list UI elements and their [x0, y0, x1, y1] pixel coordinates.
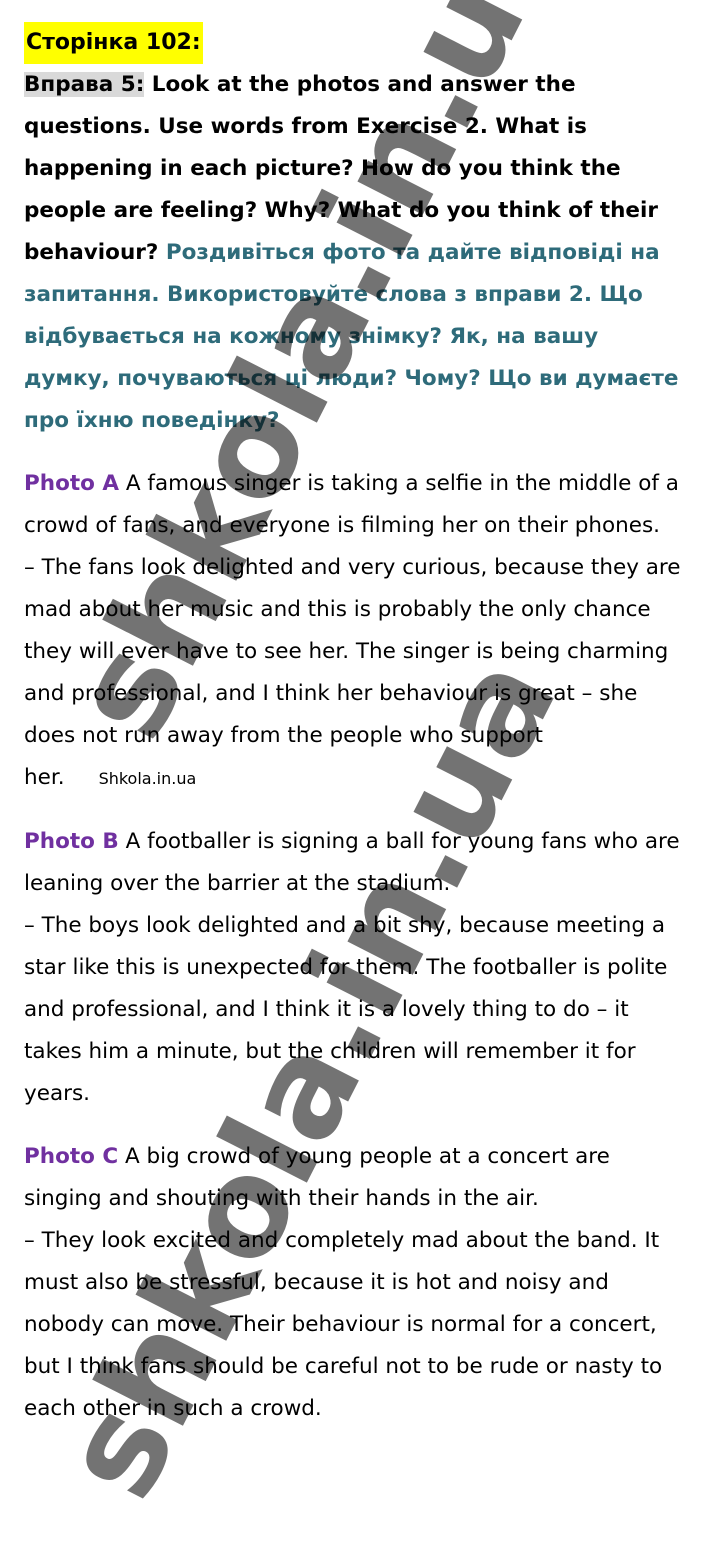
photo-b-description: A footballer is signing a ball for young…: [24, 829, 680, 896]
photo-a-answer: – The fans look delighted and very curio…: [24, 555, 681, 790]
photo-c-section: Photo C A big crowd of young people at a…: [24, 1136, 688, 1430]
photo-a-section: Photo A A famous singer is taking a self…: [24, 463, 688, 800]
photo-a-description-paragraph: Photo A A famous singer is taking a self…: [24, 463, 688, 547]
instruction-ukrainian: Роздивіться фото та дайте відповіді на з…: [24, 240, 679, 433]
exercise-label: Вправа 5:: [24, 72, 145, 97]
document-page: Сторінка 102: Вправа 5: Look at the phot…: [24, 22, 688, 1430]
photo-a-label: Photo A: [24, 471, 120, 496]
page-number-label: Сторінка 102:: [24, 22, 203, 64]
photo-a-answer-paragraph: – The fans look delighted and very curio…: [24, 547, 688, 800]
photo-b-section: Photo B A footballer is signing a ball f…: [24, 821, 688, 1115]
photo-b-answer: – The boys look delighted and a bit shy,…: [24, 913, 668, 1106]
photo-a-description: A famous singer is taking a selfie in th…: [24, 471, 679, 538]
photo-b-label: Photo B: [24, 829, 119, 854]
exercise-instruction: Вправа 5: Look at the photos and answer …: [24, 64, 688, 442]
photo-c-answer: – They look excited and completely mad a…: [24, 1228, 663, 1421]
instruction-english: Look at the photos and answer the questi…: [24, 72, 658, 265]
photo-b-description-paragraph: Photo B A footballer is signing a ball f…: [24, 821, 688, 905]
photo-c-label: Photo C: [24, 1144, 119, 1169]
inline-site-mark: Shkola.in.ua: [98, 769, 197, 788]
photo-c-description-paragraph: Photo C A big crowd of young people at a…: [24, 1136, 688, 1220]
